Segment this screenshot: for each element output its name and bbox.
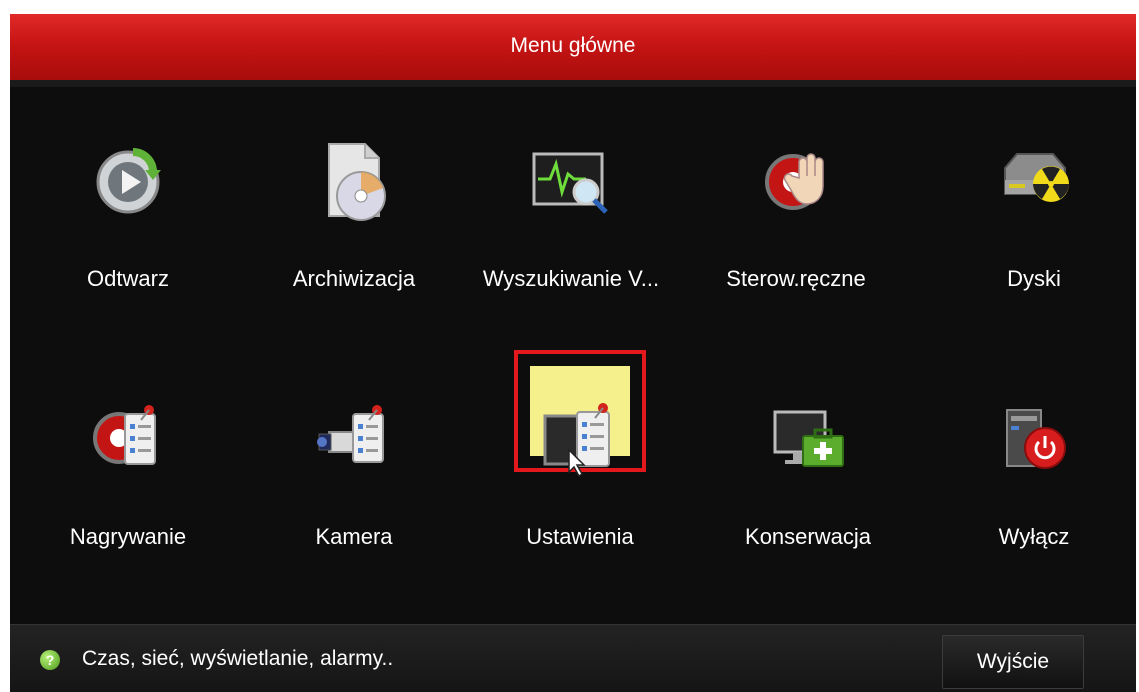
- menu-item-archive[interactable]: Archiwizacja: [254, 104, 454, 334]
- menu-item-label: Sterow.ręczne: [726, 266, 866, 291]
- maintenance-icon: [763, 392, 853, 482]
- menu-item-label: Wyszukiwanie V...: [482, 266, 660, 291]
- menu-item-label: Ustawienia: [526, 524, 634, 549]
- status-hint-text: Czas, sieć, wyświetlanie, alarmy..: [82, 647, 394, 670]
- playback-icon: [83, 134, 173, 224]
- menu-item-vca-search[interactable]: Wyszukiwanie V...: [471, 104, 671, 334]
- menu-item-label: Kamera: [315, 524, 393, 549]
- configuration-icon: [535, 392, 625, 482]
- menu-item-configuration[interactable]: Ustawienia: [480, 362, 680, 592]
- record-settings-icon: [83, 392, 173, 482]
- help-icon: ?: [40, 650, 60, 670]
- menu-grid: Odtwarz Archiwizacja Wyszukiwanie V... S…: [10, 104, 1136, 624]
- main-menu-window: Menu główne Odtwarz Archiwizacja Wyszuki…: [10, 14, 1136, 692]
- hdd-icon: [989, 134, 1079, 224]
- exit-button[interactable]: Wyjście: [942, 635, 1084, 689]
- menu-item-label: Wyłącz: [998, 524, 1070, 549]
- export-disc-icon: [309, 134, 399, 224]
- menu-item-camera[interactable]: Kamera: [254, 362, 454, 592]
- menu-item-label: Archiwizacja: [292, 266, 416, 291]
- menu-item-manual-control[interactable]: Sterow.ręczne: [696, 104, 896, 334]
- menu-item-label: Odtwarz: [87, 266, 169, 291]
- status-bar: ? Czas, sieć, wyświetlanie, alarmy.. Wyj…: [10, 624, 1136, 692]
- menu-item-label: Nagrywanie: [69, 524, 187, 549]
- menu-item-label: Dyski: [1007, 266, 1061, 291]
- window-title: Menu główne: [510, 34, 636, 57]
- menu-item-recording[interactable]: Nagrywanie: [28, 362, 228, 592]
- menu-item-label: Konserwacja: [745, 524, 871, 549]
- menu-item-shutdown[interactable]: Wyłącz: [934, 362, 1134, 592]
- menu-item-maintenance[interactable]: Konserwacja: [708, 362, 908, 592]
- vca-search-icon: [526, 134, 616, 224]
- shutdown-icon: [989, 392, 1079, 482]
- menu-item-disks[interactable]: Dyski: [934, 104, 1134, 334]
- camera-settings-icon: [309, 392, 399, 482]
- manual-control-icon: [751, 134, 841, 224]
- title-bar: Menu główne: [10, 14, 1136, 87]
- menu-item-playback[interactable]: Odtwarz: [28, 104, 228, 334]
